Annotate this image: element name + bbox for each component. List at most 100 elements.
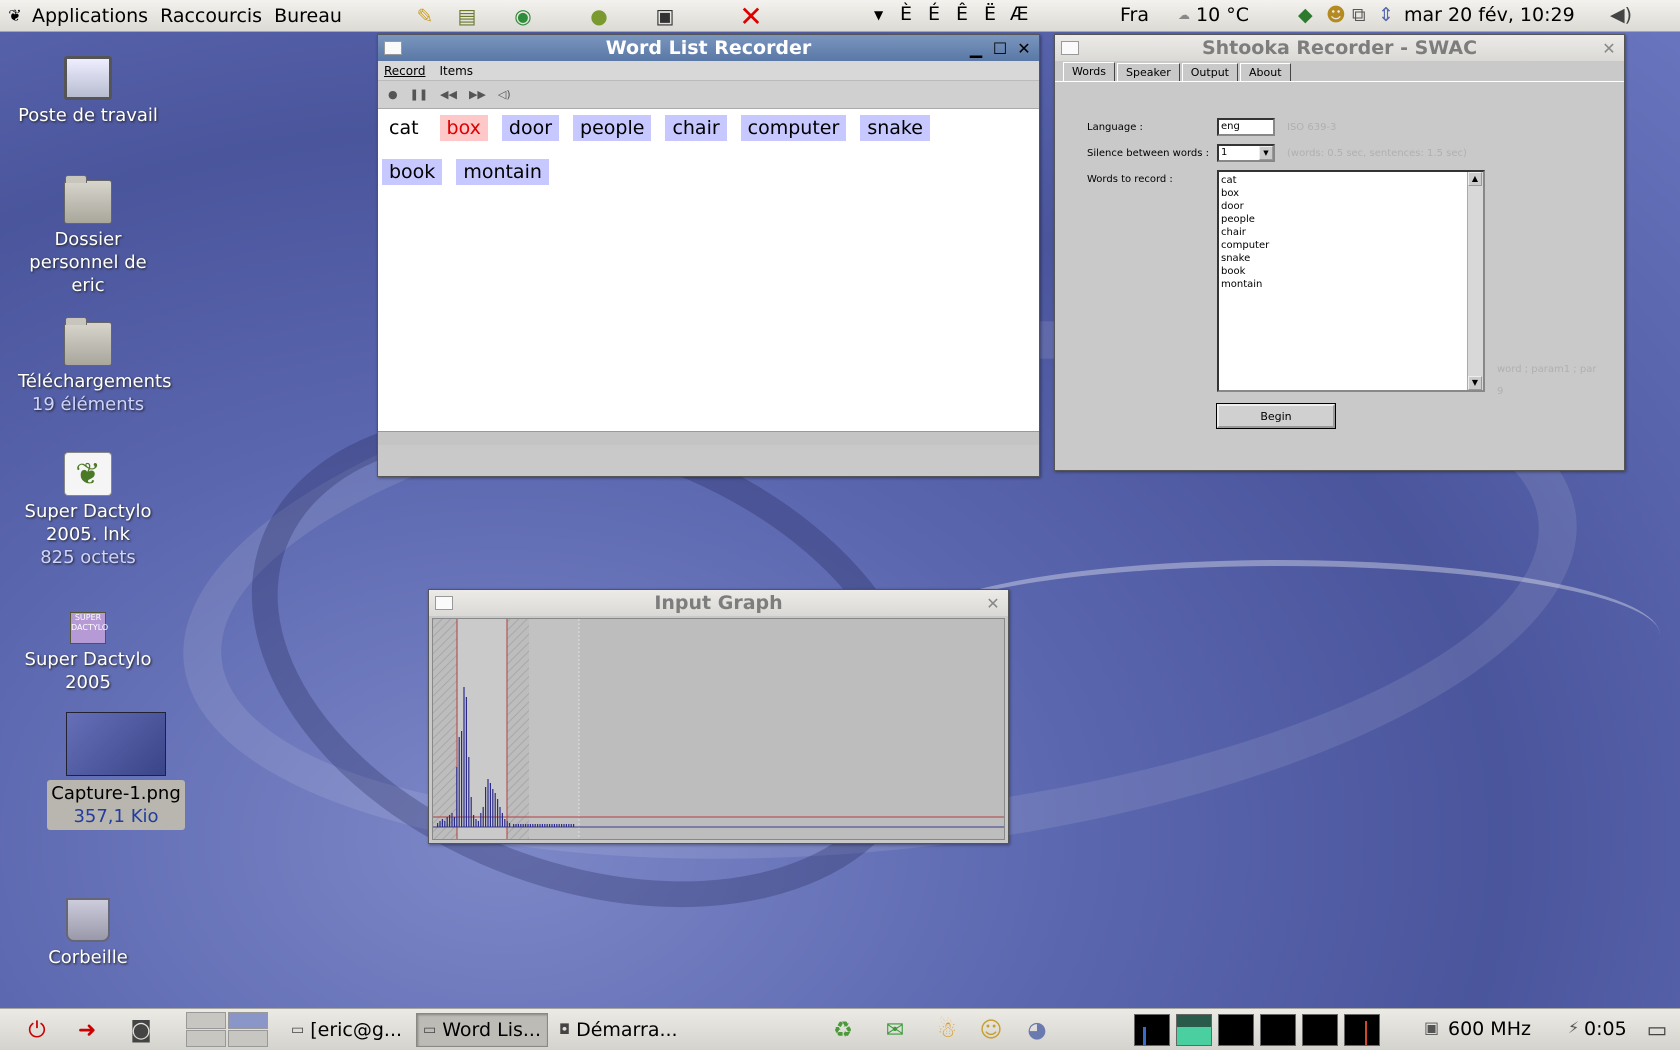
silence-select[interactable]: 1 ▼ [1217,144,1275,162]
accent-char-button[interactable]: Æ [1010,3,1029,25]
messenger-smiley-icon[interactable]: ☺ [974,1015,1008,1045]
window-titlebar[interactable]: Shtooka Recorder - SWAC ✕ [1055,35,1624,61]
record-icon[interactable]: ● [388,88,398,101]
pause-icon[interactable]: ❚❚ [410,88,428,101]
scroll-up-icon[interactable]: ▲ [1468,172,1482,186]
workspace-switcher[interactable] [186,1011,270,1049]
desktop-icon-capture[interactable]: Capture-1.png 357,1 Kio [46,712,186,830]
show-desktop-icon[interactable]: ▭ [1640,1015,1674,1045]
waveform-bar [570,824,572,827]
word-item[interactable]: cat [382,115,426,141]
menu-desktop[interactable]: Bureau [268,5,348,27]
chevron-down-icon[interactable]: ▼ [1259,146,1273,160]
window-menu-icon[interactable] [384,41,402,55]
next-icon[interactable]: ▶▶ [469,88,486,101]
scroll-down-icon[interactable]: ▼ [1468,376,1482,390]
accent-char-button[interactable]: Ë [984,3,996,25]
notes-launcher-icon[interactable]: ✎ [410,2,440,30]
desktop-icon-dactylo-lnk[interactable]: ❦ Super Dactylo 2005. lnk 825 octets [18,452,158,569]
network-icon[interactable]: ⧉ [1352,4,1366,26]
menu-applications[interactable]: Applications [26,5,154,27]
users-icon[interactable]: ☻ [1326,4,1346,26]
word-item[interactable]: people [573,115,652,141]
desktop-icon-dactylo[interactable]: SUPER DACTYLO Super Dactylo 2005 [18,612,158,694]
screenshot-icon[interactable]: ◙ [124,1015,158,1045]
apple-launcher-icon[interactable]: ● [584,2,614,30]
language-hint: ISO 639-3 [1287,122,1337,133]
word-item[interactable]: book [382,159,443,185]
vertical-scrollbar[interactable]: ▲ ▼ [1467,172,1483,390]
waveform-bar [497,799,499,827]
disk-monitor[interactable] [1344,1014,1380,1046]
workspace-1[interactable] [186,1012,226,1029]
words-to-record-textarea[interactable]: cat box door people chair computer snake… [1217,170,1485,392]
tab-words[interactable]: Words [1063,62,1116,82]
recycle-icon[interactable]: ♻ [826,1015,860,1045]
window-menu-icon[interactable] [1061,41,1079,55]
clock[interactable]: mar 20 fév, 10:29 [1404,4,1575,26]
desktop-icon-trash[interactable]: Corbeille [18,898,158,969]
word-item[interactable]: door [501,115,560,141]
menu-record[interactable]: Record [384,64,425,78]
tab-output[interactable]: Output [1181,63,1238,81]
penguin-icon[interactable]: ☃ [930,1015,964,1045]
file-cabinet-launcher-icon[interactable]: ▤ [452,2,482,30]
volume-icon[interactable]: ◀) [1610,4,1632,26]
tab-about[interactable]: About [1239,63,1291,81]
network-monitor[interactable] [1218,1014,1254,1046]
word-item-current[interactable]: box [439,115,488,141]
logout-icon[interactable]: ➜ [70,1015,104,1045]
begin-button[interactable]: Begin [1216,403,1336,429]
taskbar-item-word-list[interactable]: ▭ Word Lis... [416,1013,548,1047]
keyboard-layout-indicator[interactable]: Fra [1120,4,1149,26]
waveform-bar [532,824,534,827]
window-titlebar[interactable]: Input Graph ✕ [429,590,1008,616]
taskbar-item-terminal[interactable]: ▭ [eric@g... [284,1013,410,1047]
globe-icon[interactable]: ◕ [1020,1015,1054,1045]
speaker-icon[interactable]: ◁) [498,88,511,101]
terminal-launcher-icon[interactable]: ▣ [650,2,680,30]
accent-char-button[interactable]: É [928,3,940,25]
close-icon[interactable]: ✕ [1598,37,1620,59]
close-x-launcher-icon[interactable]: ✕ [736,0,766,33]
workspace-2[interactable] [228,1012,268,1029]
desktop-icon-computer[interactable]: Poste de travail [18,56,158,127]
tab-speaker[interactable]: Speaker [1117,63,1180,81]
arrows-icon[interactable]: ⇕ [1378,4,1394,26]
workspace-4[interactable] [228,1030,268,1047]
swap-monitor[interactable] [1260,1014,1296,1046]
close-icon[interactable]: ✕ [1013,37,1035,59]
word-item[interactable]: chair [665,115,727,141]
accent-char-button[interactable]: Ê [956,3,968,25]
words-to-record-label: Words to record : [1087,174,1173,185]
desktop-icon-downloads[interactable]: Téléchargements 19 éléments [18,317,171,416]
browser-launcher-icon[interactable]: ◉ [508,2,538,30]
load-monitor[interactable] [1302,1014,1338,1046]
battery-time[interactable]: 0:05 [1584,1018,1627,1040]
word-item[interactable]: montain [456,159,549,185]
chevron-down-icon[interactable]: ▼ [874,8,883,22]
chat-icon[interactable]: ✉ [878,1015,912,1045]
menu-shortcuts[interactable]: Raccourcis [154,5,268,27]
menu-items[interactable]: Items [439,64,473,78]
word-item[interactable]: computer [740,115,847,141]
weather-temperature[interactable]: 10 °C [1196,4,1249,26]
workspace-3[interactable] [186,1030,226,1047]
shutdown-icon[interactable]: ⏻ [20,1015,54,1045]
cpu-monitor[interactable] [1134,1014,1170,1046]
window-titlebar[interactable]: Word List Recorder ▁ ☐ ✕ [378,35,1039,61]
previous-icon[interactable]: ◀◀ [440,88,457,101]
accent-char-button[interactable]: È [900,3,912,25]
desktop-icon-home[interactable]: Dossier personnel de eric [18,175,158,297]
cpu-frequency[interactable]: 600 MHz [1448,1018,1531,1040]
update-notifier-icon[interactable]: ◆ [1298,4,1313,26]
word-item[interactable]: snake [860,115,930,141]
minimize-icon[interactable]: ▁ [965,37,987,59]
language-field[interactable]: eng [1217,118,1275,136]
gnome-foot-icon[interactable]: ❦ [4,5,26,27]
taskbar-item-startup[interactable]: ◘ Démarra... [552,1013,684,1047]
memory-monitor[interactable] [1176,1014,1212,1046]
close-icon[interactable]: ✕ [982,592,1004,614]
maximize-icon[interactable]: ☐ [989,37,1011,59]
window-menu-icon[interactable] [435,596,453,610]
